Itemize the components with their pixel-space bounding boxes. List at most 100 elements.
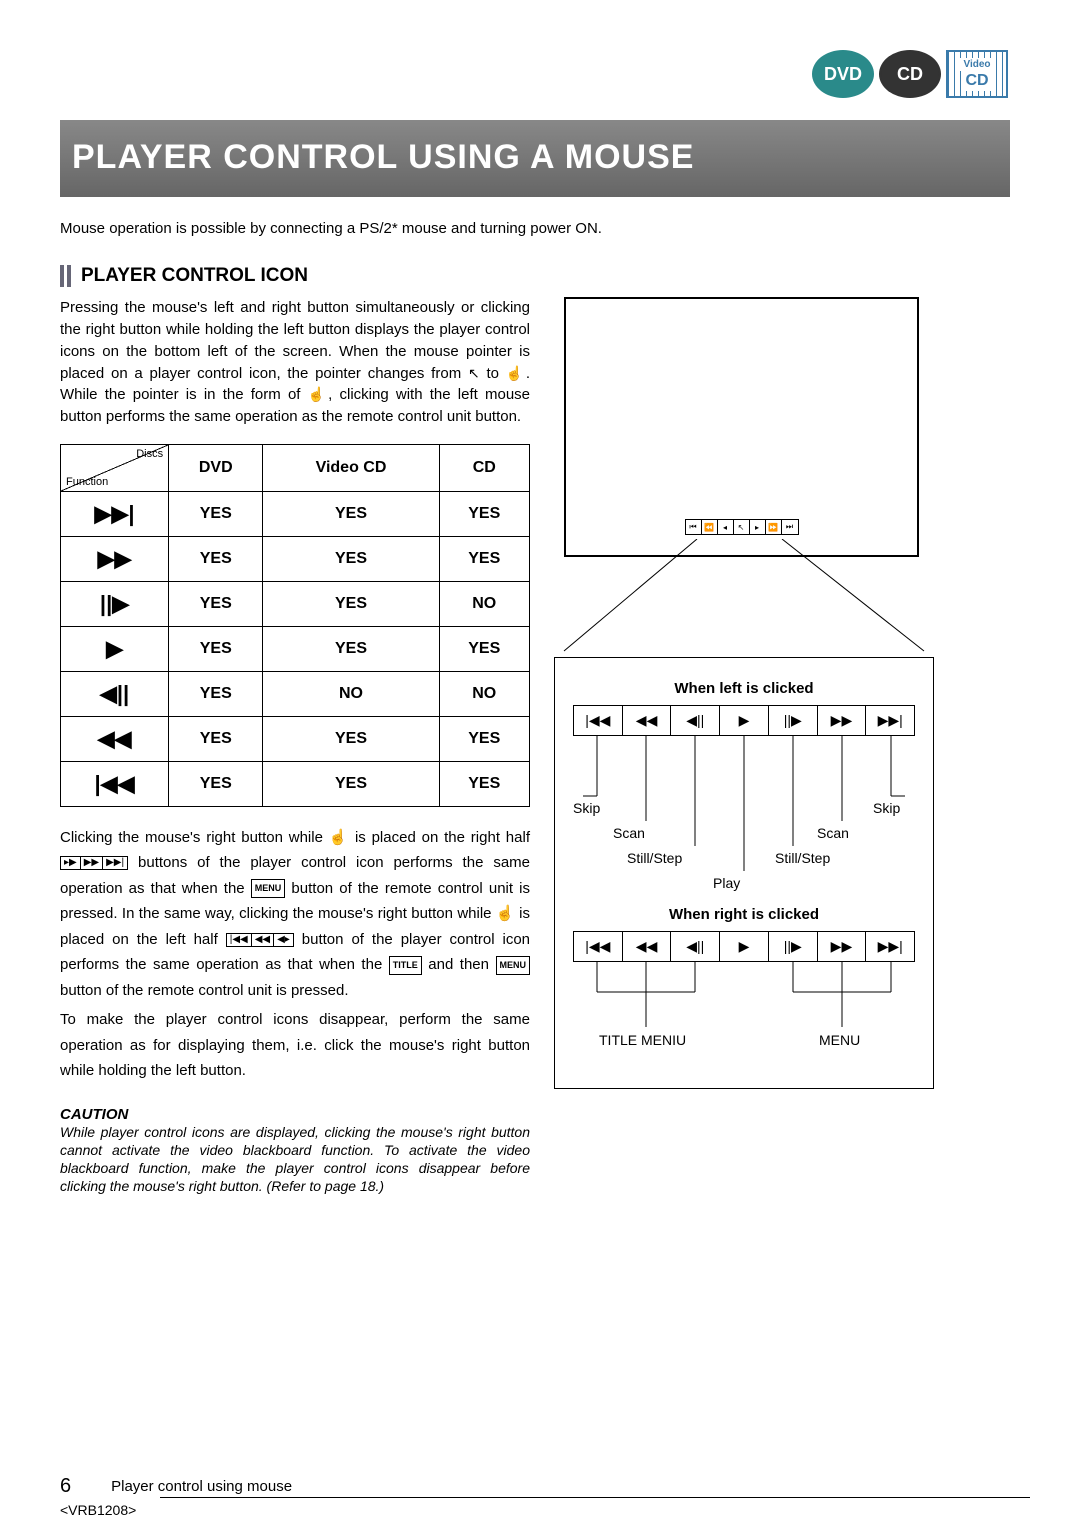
video-cd-logo: Video CD: [946, 50, 1008, 98]
hdr-discs: Discs: [136, 448, 163, 460]
rewind-icon: ◀◀: [61, 716, 169, 761]
hand-pointer-icon: ☝: [308, 386, 328, 402]
mini-step-back-icon: ◂: [718, 520, 734, 534]
cell: YES: [169, 491, 263, 536]
play-icon: ▶: [61, 626, 169, 671]
table-row: ||▶YESYESNO: [61, 581, 530, 626]
table-row: |◀◀YESYESYES: [61, 761, 530, 806]
table-corner: Discs Function: [61, 444, 169, 491]
col-vcd: Video CD: [263, 444, 439, 491]
cell: YES: [263, 761, 439, 806]
label-skip-l: Skip: [573, 800, 600, 816]
skip-back-icon: |◀◀: [574, 932, 623, 961]
label-still-l: Still/Step: [627, 850, 682, 866]
p2b: is placed on the right half: [355, 829, 530, 846]
col-dvd: DVD: [169, 444, 263, 491]
hand-pointer-icon: ☝: [506, 365, 526, 381]
cell: YES: [263, 626, 439, 671]
mini-step-fwd-icon: ▸: [750, 520, 766, 534]
step-fwd-icon: ||▶: [61, 581, 169, 626]
skip-back-icon: |◀◀: [574, 706, 623, 735]
subheading-text: PLAYER CONTROL ICON: [81, 265, 308, 287]
left-click-tree: Skip Scan Still/Step Play Still/Step Sca…: [573, 736, 915, 906]
hand-pointer-icon: ☝: [496, 905, 515, 922]
label-still-r: Still/Step: [775, 850, 830, 866]
p2a: Clicking the mouse's right button while: [60, 829, 329, 846]
play-icon: ▶: [720, 706, 769, 735]
cell: YES: [439, 716, 529, 761]
mini-rewind-icon: ⏪: [702, 520, 718, 534]
cell: YES: [263, 581, 439, 626]
page-title: PLAYER CONTROL USING A MOUSE: [72, 138, 998, 177]
step-back-icon: ◀||: [61, 671, 169, 716]
mini-icon-strip: ⏮ ⏪ ◂ ↖ ▸ ⏩ ⏭: [685, 519, 799, 535]
label-skip-r: Skip: [873, 800, 900, 816]
paragraph-2: Clicking the mouse's right button while …: [60, 825, 530, 1004]
mini-skip-back-icon: ⏮: [686, 520, 702, 534]
cell: NO: [439, 671, 529, 716]
skip-fwd-icon: ▶▶|: [866, 932, 914, 961]
icon-strip-right: |◀◀ ◀◀ ◀|| ▶ ||▶ ▶▶ ▶▶|: [573, 931, 915, 962]
right-half-buttons-icon: ▸▶▶▶▶▶|: [60, 856, 128, 870]
p2g: and then: [428, 956, 495, 973]
table-row: ▶▶|YESYESYES: [61, 491, 530, 536]
zoom-callout-lines: [554, 557, 934, 657]
step-back-icon: ◀||: [671, 706, 720, 735]
skip-back-icon: |◀◀: [61, 761, 169, 806]
step-fwd-icon: ||▶: [769, 932, 818, 961]
left-column: Pressing the mouse's left and right butt…: [60, 297, 530, 1195]
cell: YES: [169, 716, 263, 761]
title-bar: PLAYER CONTROL USING A MOUSE: [60, 120, 1010, 197]
vcd-top: Video: [963, 59, 990, 70]
step-back-icon: ◀||: [671, 932, 720, 961]
mini-ffwd-icon: ⏩: [766, 520, 782, 534]
intro-text: Mouse operation is possible by connectin…: [60, 219, 617, 239]
hand-pointer-icon: ☝: [329, 829, 349, 846]
cell: YES: [439, 491, 529, 536]
section-heading: PLAYER CONTROL ICON: [60, 265, 1020, 287]
cell: NO: [263, 671, 439, 716]
cell: YES: [169, 581, 263, 626]
cell: YES: [263, 491, 439, 536]
label-title-menu: TITLE MENIU: [599, 1032, 686, 1048]
title-button-icon: TITLE: [389, 956, 422, 975]
table-row: ▶▶YESYESYES: [61, 536, 530, 581]
icon-strip-left: |◀◀ ◀◀ ◀|| ▶ ||▶ ▶▶ ▶▶|: [573, 705, 915, 736]
cell: YES: [263, 716, 439, 761]
paragraph-3: To make the player control icons disappe…: [60, 1007, 530, 1084]
caution-text: While player control icons are displayed…: [60, 1123, 530, 1196]
footer-caption: Player control using mouse: [111, 1478, 292, 1495]
cell: YES: [169, 626, 263, 671]
footer: 6 Player control using mouse: [60, 1475, 292, 1498]
hdr-function: Function: [66, 476, 108, 488]
arrow-pointer-icon: ↖: [468, 365, 480, 381]
mini-skip-fwd-icon: ⏭: [782, 520, 798, 534]
left-click-title: When left is clicked: [573, 680, 915, 697]
p1a: Pressing the mouse's left and right butt…: [60, 299, 530, 381]
table-row: ◀◀YESYESYES: [61, 716, 530, 761]
cell: YES: [263, 536, 439, 581]
step-fwd-icon: ||▶: [769, 706, 818, 735]
cd-logo: CD: [879, 50, 941, 98]
cell: YES: [439, 536, 529, 581]
cell: NO: [439, 581, 529, 626]
cell: YES: [169, 536, 263, 581]
cell: YES: [439, 761, 529, 806]
menu-button-icon: MENU: [496, 956, 531, 975]
media-logos: DVD CD Video CD: [812, 50, 1008, 98]
skip-fwd-icon: ▶▶|: [61, 491, 169, 536]
label-scan-l: Scan: [613, 825, 645, 841]
table-row: ◀||YESNONO: [61, 671, 530, 716]
fast-fwd-icon: ▶▶: [818, 706, 867, 735]
page-number: 6: [60, 1475, 71, 1498]
left-half-buttons-icon: |◀◀◀◀◀▸: [226, 933, 294, 947]
cell: YES: [439, 626, 529, 671]
skip-fwd-icon: ▶▶|: [866, 706, 914, 735]
p2h: button of the remote control unit is pre…: [60, 982, 349, 999]
rewind-icon: ◀◀: [623, 932, 672, 961]
screen-illustration: ⏮ ⏪ ◂ ↖ ▸ ⏩ ⏭: [564, 297, 919, 557]
cell: YES: [169, 761, 263, 806]
click-diagram: When left is clicked |◀◀ ◀◀ ◀|| ▶ ||▶ ▶▶…: [554, 657, 934, 1089]
label-scan-r: Scan: [817, 825, 849, 841]
right-column: ⏮ ⏪ ◂ ↖ ▸ ⏩ ⏭ When left is clicked |◀◀ ◀…: [554, 297, 1020, 1089]
